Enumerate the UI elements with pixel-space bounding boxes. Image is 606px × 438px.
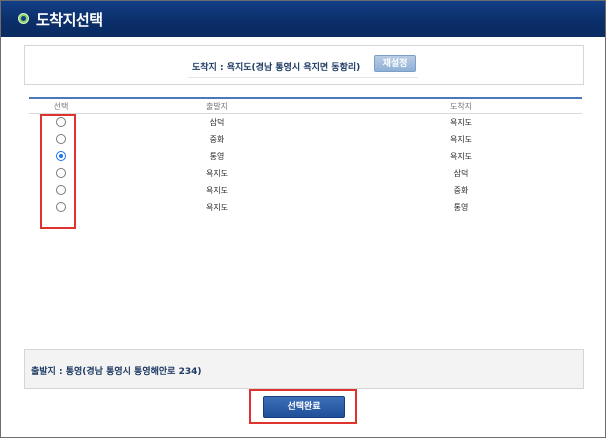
- route-radio[interactable]: [56, 185, 66, 195]
- title-bar: 도착지선택: [1, 1, 605, 37]
- header-destination: 도착지: [449, 102, 473, 111]
- table-row: 욕지도 중화: [29, 182, 582, 199]
- destination-panel: 도착지 : 욕지도(경남 통영시 욕지면 동항리) 재설정: [24, 45, 584, 85]
- origin-label: 출발지 : 통영(경남 통영시 통영해안로 234): [31, 367, 202, 377]
- origin-cell: 통영: [209, 152, 225, 161]
- route-table: 선택 출발지 도착지 삼덕 욕지도 중화 욕지도 통영 욕지도 욕지도 삼덕 욕…: [29, 97, 582, 216]
- origin-cell: 삼덕: [209, 118, 225, 127]
- destination-cell: 욕지도: [449, 118, 473, 127]
- complete-selection-button[interactable]: 선택완료: [263, 396, 345, 418]
- table-row: 삼덕 욕지도: [29, 114, 582, 131]
- origin-cell: 중화: [209, 135, 225, 144]
- table-row: 통영 욕지도: [29, 148, 582, 165]
- destination-cell: 욕지도: [449, 152, 473, 161]
- origin-cell: 욕지도: [205, 203, 229, 212]
- route-radio[interactable]: [56, 117, 66, 127]
- route-radio[interactable]: [56, 134, 66, 144]
- destination-cell: 통영: [453, 203, 469, 212]
- destination-cell: 중화: [453, 186, 469, 195]
- header-origin: 출발지: [205, 102, 229, 111]
- table-row: 욕지도 삼덕: [29, 165, 582, 182]
- table-row: 중화 욕지도: [29, 131, 582, 148]
- table-row: 욕지도 통영: [29, 199, 582, 216]
- dialog-window: 도착지선택 도착지 : 욕지도(경남 통영시 욕지면 동항리) 재설정 선택 출…: [0, 0, 606, 438]
- table-header: 선택 출발지 도착지: [29, 99, 582, 114]
- route-radio[interactable]: [56, 151, 66, 161]
- destination-cell: 삼덕: [453, 169, 469, 178]
- destination-label: 도착지 : 욕지도(경남 통영시 욕지면 동항리): [192, 63, 361, 73]
- destination-cell: 욕지도: [449, 135, 473, 144]
- header-select: 선택: [53, 102, 69, 111]
- circle-bullet-icon: [18, 13, 29, 24]
- window-title: 도착지선택: [36, 11, 103, 29]
- origin-cell: 욕지도: [205, 169, 229, 178]
- origin-panel: 출발지 : 통영(경남 통영시 통영해안로 234): [24, 349, 584, 389]
- route-radio[interactable]: [56, 168, 66, 178]
- reset-button[interactable]: 재설정: [374, 55, 416, 72]
- route-radio[interactable]: [56, 202, 66, 212]
- origin-cell: 욕지도: [205, 186, 229, 195]
- destination-divider: [188, 77, 418, 78]
